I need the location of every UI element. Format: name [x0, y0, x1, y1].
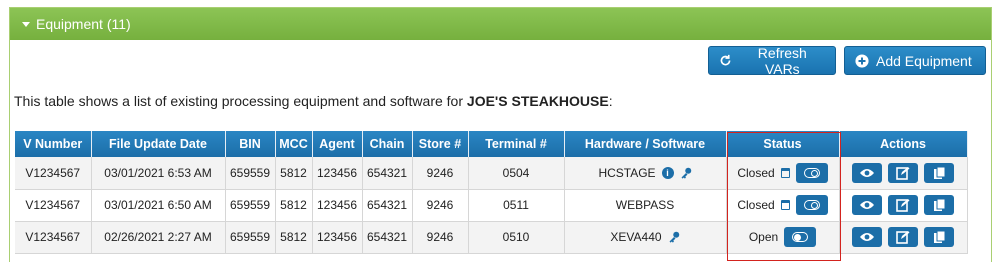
cell-mcc: 5812: [275, 221, 313, 254]
copy-icon: [933, 198, 945, 211]
table-row: V1234567 03/01/2021 6:50 AM 659559 5812 …: [15, 189, 968, 222]
cell-agent: 123456: [312, 221, 363, 254]
caret-down-icon: [22, 22, 30, 27]
calendar-icon[interactable]: [780, 167, 790, 178]
eye-icon: [860, 233, 874, 241]
equipment-table: V Number File Update Date BIN MCC Agent …: [15, 131, 968, 254]
edit-icon: [896, 231, 910, 244]
cell-file-update-date: 03/01/2021 6:53 AM: [91, 157, 226, 190]
hardware-name: XEVA440: [610, 230, 662, 244]
col-terminal[interactable]: Terminal #: [468, 131, 565, 157]
copy-icon: [933, 166, 945, 179]
edit-button[interactable]: [888, 162, 918, 183]
eye-icon: [860, 201, 874, 209]
hardware-name: HCSTAGE: [598, 165, 656, 180]
copy-icon: [933, 230, 945, 243]
edit-button[interactable]: [888, 195, 918, 215]
key-icon[interactable]: [668, 231, 680, 243]
cell-bin: 659559: [225, 189, 276, 222]
cell-terminal: 0504: [468, 157, 565, 190]
col-status[interactable]: Status: [726, 131, 840, 157]
col-bin[interactable]: BIN: [225, 131, 276, 157]
cell-mcc: 5812: [275, 157, 313, 190]
copy-button[interactable]: [924, 195, 954, 215]
cell-actions: [839, 221, 968, 254]
cell-agent: 123456: [312, 157, 363, 190]
edit-icon: [896, 166, 910, 180]
toggle-icon: [792, 232, 809, 242]
hardware-name: WEBPASS: [615, 198, 675, 212]
col-agent[interactable]: Agent: [312, 131, 363, 157]
toolbar: Refresh VARs Add Equipment: [708, 44, 986, 77]
plus-circle-icon: [855, 53, 869, 68]
cell-v-number: V1234567: [15, 189, 92, 222]
cell-status: Closed: [726, 189, 840, 222]
col-v-number[interactable]: V Number: [15, 131, 92, 157]
cell-hardware: XEVA440: [564, 221, 727, 254]
cell-terminal: 0510: [468, 221, 565, 254]
cell-store: 9246: [412, 157, 469, 190]
cell-actions: [839, 157, 968, 190]
calendar-icon[interactable]: [780, 200, 790, 210]
cell-chain: 654321: [362, 189, 413, 222]
col-file-update-date[interactable]: File Update Date: [91, 131, 226, 157]
view-button[interactable]: [852, 162, 882, 183]
cell-status: Open: [726, 221, 840, 254]
cell-file-update-date: 03/01/2021 6:50 AM: [91, 189, 226, 222]
refresh-vars-button[interactable]: Refresh VARs: [708, 44, 836, 77]
merchant-name: JOE'S STEAKHOUSE: [466, 93, 609, 109]
add-equipment-button[interactable]: Add Equipment: [844, 46, 986, 75]
table-row: V1234567 03/01/2021 6:53 AM 659559 5812 …: [15, 157, 968, 190]
cell-mcc: 5812: [275, 189, 313, 222]
edit-icon: [896, 199, 910, 212]
cell-file-update-date: 02/26/2021 2:27 AM: [91, 221, 226, 254]
status-text: Open: [748, 230, 779, 244]
intro-text: This table shows a list of existing proc…: [14, 93, 613, 109]
cell-store: 9246: [412, 189, 469, 222]
cell-v-number: V1234567: [15, 221, 92, 254]
cell-chain: 654321: [362, 157, 413, 190]
refresh-icon: [719, 54, 733, 68]
cell-agent: 123456: [312, 189, 363, 222]
cell-store: 9246: [412, 221, 469, 254]
key-icon[interactable]: [680, 167, 692, 179]
status-toggle-button[interactable]: [784, 227, 817, 247]
status-toggle-button[interactable]: [795, 195, 828, 215]
view-button[interactable]: [852, 195, 882, 215]
add-equipment-label: Add Equipment: [876, 52, 972, 69]
col-hardware-software[interactable]: Hardware / Software: [564, 131, 727, 157]
copy-button[interactable]: [924, 162, 954, 183]
cell-terminal: 0511: [468, 189, 565, 222]
cell-actions: [839, 189, 968, 222]
col-actions: Actions: [839, 131, 968, 157]
cell-bin: 659559: [225, 221, 276, 254]
cell-bin: 659559: [225, 157, 276, 190]
panel-title: Equipment (11): [36, 16, 131, 32]
toggle-icon: [803, 200, 820, 210]
table-header-row: V Number File Update Date BIN MCC Agent …: [15, 131, 968, 157]
info-icon[interactable]: i: [661, 166, 674, 179]
status-toggle-button[interactable]: [795, 162, 828, 183]
cell-v-number: V1234567: [15, 157, 92, 190]
cell-hardware: WEBPASS: [564, 189, 727, 222]
col-store[interactable]: Store #: [412, 131, 469, 157]
refresh-vars-label: Refresh VARs: [757, 44, 807, 77]
panel-header[interactable]: Equipment (11): [10, 8, 991, 40]
col-chain[interactable]: Chain: [362, 131, 413, 157]
toggle-icon: [803, 167, 820, 178]
cell-chain: 654321: [362, 221, 413, 254]
view-button[interactable]: [852, 227, 882, 247]
copy-button[interactable]: [924, 227, 954, 247]
cell-status: Closed: [726, 157, 840, 190]
edit-button[interactable]: [888, 227, 918, 247]
status-text: Closed: [737, 165, 775, 180]
col-mcc[interactable]: MCC: [275, 131, 313, 157]
cell-hardware: HCSTAGE i: [564, 157, 727, 190]
table-row: V1234567 02/26/2021 2:27 AM 659559 5812 …: [15, 221, 968, 254]
status-text: Closed: [737, 198, 775, 212]
eye-icon: [860, 168, 874, 177]
